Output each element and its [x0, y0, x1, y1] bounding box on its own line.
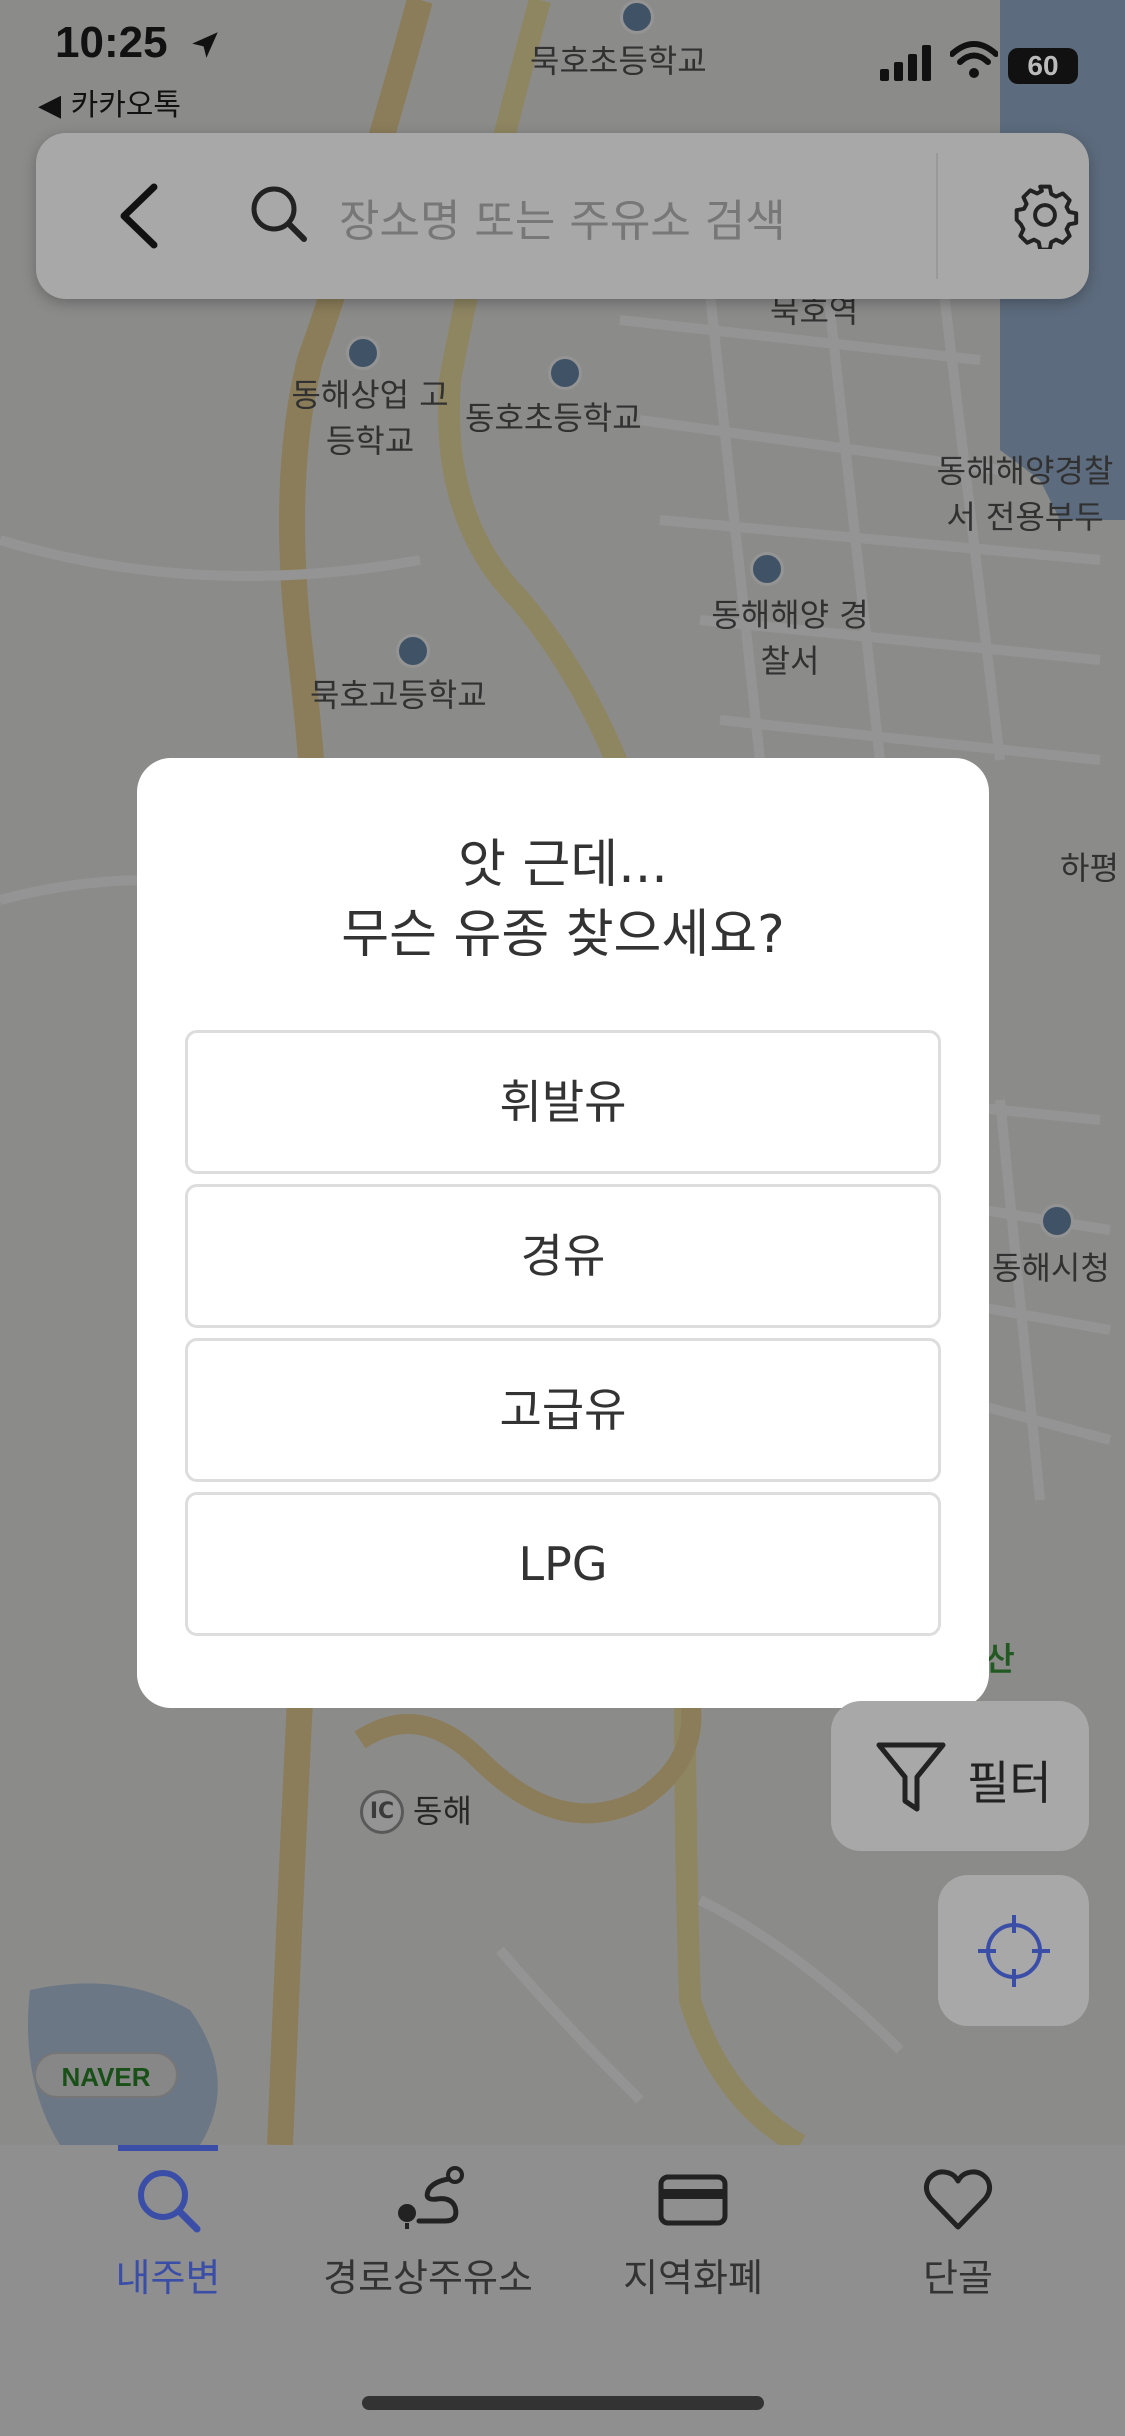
tab-nearby[interactable]: 내주변: [38, 2145, 298, 2335]
search-bar[interactable]: 장소명 또는 주유소 검색: [36, 133, 1089, 299]
dialog-title: 앗 근데... 무슨 유종 찾으세요?: [137, 830, 989, 970]
status-time: 10:25: [55, 18, 168, 67]
tab-local-currency[interactable]: 지역화폐: [563, 2145, 823, 2335]
wifi-icon: [950, 41, 998, 78]
locate-me-button[interactable]: [938, 1875, 1089, 2026]
search-input[interactable]: 장소명 또는 주유소 검색: [339, 185, 786, 249]
tab-favorites[interactable]: 단골: [828, 2145, 1088, 2335]
card-icon: [658, 2174, 728, 2226]
search-icon: [138, 2170, 201, 2233]
crosshair-icon: [978, 1915, 1050, 1987]
fuel-option-gasoline[interactable]: 휘발유: [185, 1030, 941, 1174]
fuel-option-diesel[interactable]: 경유: [185, 1184, 941, 1328]
tab-label: 내주변: [115, 2256, 221, 2300]
fuel-type-dialog: 앗 근데... 무슨 유종 찾으세요? 휘발유 경유 고급유 LPG: [137, 758, 989, 1708]
gear-icon[interactable]: [1011, 181, 1079, 249]
back-to-app-link[interactable]: ◀ 카카오톡: [38, 80, 181, 124]
battery-indicator: 60: [1008, 48, 1078, 84]
active-tab-indicator: [118, 2145, 218, 2151]
tab-label: 단골: [923, 2256, 993, 2300]
fuel-option-lpg[interactable]: LPG: [185, 1492, 941, 1636]
filter-button[interactable]: 필터: [831, 1701, 1089, 1851]
home-indicator[interactable]: [362, 2396, 764, 2410]
tab-route-stations[interactable]: 경로상주유소: [298, 2145, 558, 2335]
chevron-left-icon[interactable]: [116, 183, 160, 249]
heart-icon: [923, 2169, 993, 2230]
location-arrow-icon: [192, 32, 218, 58]
fuel-option-premium[interactable]: 고급유: [185, 1338, 941, 1482]
cellular-signal-icon: [880, 45, 931, 81]
tab-label: 경로상주유소: [323, 2256, 533, 2300]
filter-label: 필터: [967, 1756, 1052, 1810]
bottom-tab-bar: 내주변 경로상주유소 지역화폐 단골: [0, 2145, 1125, 2436]
status-bar: 10:25 ◀ 카카오톡 60: [0, 0, 1125, 123]
tab-label: 지역화폐: [623, 2256, 763, 2300]
search-divider: [936, 153, 938, 279]
dialog-title-line: 무슨 유종 찾으세요?: [341, 905, 785, 965]
route-icon: [398, 2166, 464, 2229]
search-icon: [251, 186, 307, 242]
funnel-icon: [876, 1742, 946, 1812]
dialog-title-line: 앗 근데...: [458, 835, 668, 895]
